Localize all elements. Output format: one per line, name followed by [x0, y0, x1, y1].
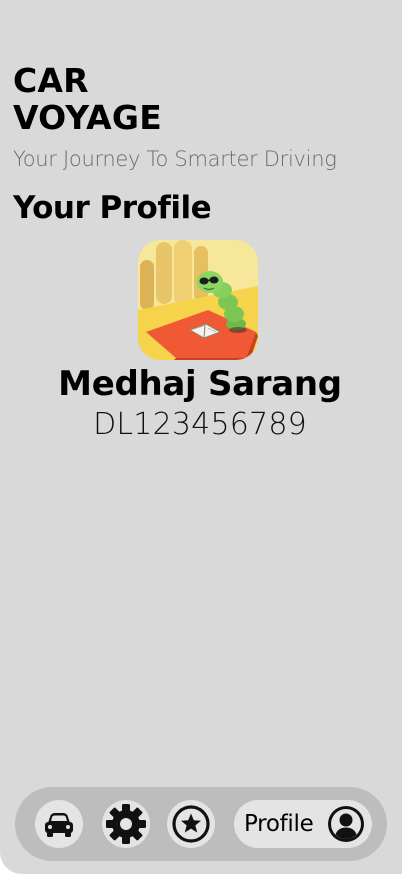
- app-title-line1: CAR: [13, 61, 89, 100]
- nav-settings-button[interactable]: [102, 800, 150, 848]
- car-icon: [45, 813, 73, 837]
- nav-profile-label: Profile: [244, 811, 314, 837]
- app-title-line2: VOYAGE: [13, 98, 162, 137]
- nav-car-button[interactable]: [35, 800, 83, 848]
- star-icon: [172, 805, 210, 843]
- bottom-nav-bar: Profile: [15, 787, 387, 861]
- nav-favorites-button[interactable]: [167, 800, 215, 848]
- gear-icon: [106, 804, 146, 844]
- user-name: Medhaj Sarang: [58, 364, 342, 404]
- avatar[interactable]: [138, 240, 258, 360]
- app-title: CAR VOYAGE: [13, 62, 233, 136]
- user-icon: [328, 806, 364, 842]
- app-tagline: Your Journey To Smarter Driving: [13, 147, 337, 171]
- license-number: DL123456789: [93, 407, 307, 442]
- nav-profile-button[interactable]: Profile: [234, 800, 372, 848]
- profile-screen: CAR VOYAGE Your Journey To Smarter Drivi…: [0, 0, 402, 874]
- caterpillar-reading-avatar-icon: [138, 240, 258, 360]
- page-title: Your Profile: [13, 190, 212, 226]
